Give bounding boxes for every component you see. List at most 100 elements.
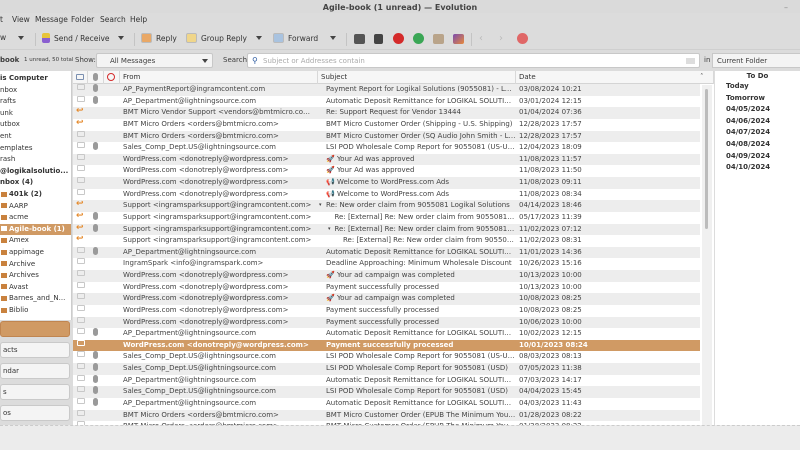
message-row[interactable]: ↩ Support <ingramsparksupport@ingramconte… <box>73 235 700 247</box>
next-icon[interactable]: › <box>499 33 503 44</box>
delete-icon[interactable] <box>374 34 383 44</box>
todo-date-group[interactable]: 04/05/2024 <box>726 105 770 113</box>
folder-item[interactable]: @logikalsolutio... <box>0 166 71 178</box>
switcher-tasks[interactable]: s <box>0 384 70 400</box>
new-button[interactable]: w <box>0 33 6 42</box>
todo-date-group[interactable]: 04/09/2024 <box>726 152 770 160</box>
switcher-calendar[interactable]: ndar <box>0 363 70 379</box>
todo-date-group[interactable]: 04/06/2024 <box>726 117 770 125</box>
message-row[interactable]: WordPress.com <donotreply@wordpress.com>… <box>73 304 700 317</box>
attachment-column[interactable] <box>88 71 104 84</box>
switcher-mail[interactable] <box>0 321 70 337</box>
not-junk-icon[interactable] <box>413 33 424 44</box>
menu-edit[interactable]: t <box>0 15 3 24</box>
menu-search[interactable]: Search <box>100 15 126 24</box>
message-row[interactable]: ↩ Support <ingramsparksupport@ingramconte… <box>73 223 700 236</box>
folder-item[interactable]: 401k (2) <box>0 189 71 201</box>
forward-dropdown-icon[interactable] <box>330 36 336 40</box>
folder-item[interactable]: Archive <box>0 259 71 271</box>
folder-item[interactable]: appimage <box>0 247 71 259</box>
message-row[interactable]: WordPress.com <donotreply@wordpress.com>… <box>73 281 700 294</box>
message-row[interactable]: Sales_Comp_Dept.US@lightningsource.com LS… <box>73 351 700 363</box>
clear-icon[interactable] <box>686 58 695 64</box>
folder-item[interactable]: ent <box>0 131 71 143</box>
menu-message[interactable]: Message <box>35 15 68 24</box>
status-column[interactable] <box>73 71 88 84</box>
subject-column[interactable]: Subject <box>318 71 516 84</box>
scope-dropdown[interactable]: Current Folder <box>712 53 800 68</box>
message-row[interactable]: AP_Department@lightningsource.com Automat… <box>73 328 700 340</box>
folder-item[interactable]: Amex <box>0 235 71 247</box>
print-icon[interactable] <box>354 34 365 44</box>
message-row[interactable]: Sales_Comp_Dept.US@lightningsource.com LS… <box>73 142 700 154</box>
folder-item[interactable]: Biblio <box>0 305 71 317</box>
message-row[interactable]: AP_PaymentReport@ingramcontent.com Paymen… <box>73 84 700 96</box>
folder-item[interactable]: utbox <box>0 119 71 131</box>
todo-date-group[interactable]: 04/07/2024 <box>726 128 770 136</box>
folder-item[interactable]: Agile-book (1) <box>0 223 71 236</box>
previous-icon[interactable]: ‹ <box>479 33 483 44</box>
from-column[interactable]: From <box>120 71 318 84</box>
folder-item[interactable]: Archives <box>0 270 71 282</box>
folder-item[interactable]: acme <box>0 212 71 224</box>
menu-help[interactable]: Help <box>130 15 147 24</box>
scrollbar-thumb[interactable] <box>705 89 708 229</box>
search-input[interactable]: ⚲ Subject or Addresses contain <box>247 53 700 68</box>
folder-item[interactable]: nbox (4) <box>0 177 71 189</box>
folder-item[interactable]: unk <box>0 108 71 120</box>
folder-item[interactable]: nbox <box>0 85 71 97</box>
todo-date-group[interactable]: Tomorrow <box>726 94 765 102</box>
folder-item[interactable]: AARP <box>0 201 71 213</box>
forward-button[interactable]: Forward <box>273 33 318 43</box>
folder-item[interactable]: emplates <box>0 143 71 155</box>
scrollbar[interactable] <box>702 85 712 425</box>
reply-button[interactable]: Reply <box>141 33 177 43</box>
folder-item[interactable]: rash <box>0 154 71 166</box>
junk-icon[interactable] <box>393 33 404 44</box>
message-row[interactable]: ↩ BMT Micro Vendor Support <vendors@bmtmi… <box>73 107 700 119</box>
message-row[interactable]: BMT Micro Orders <orders@bmtmicro.com> BM… <box>73 130 700 143</box>
folder-item[interactable]: Barnes_and_N... <box>0 293 71 305</box>
switcher-contacts[interactable]: acts <box>0 342 70 358</box>
date-column[interactable]: Date ˆ <box>516 71 714 84</box>
message-row[interactable]: WordPress.com <donotreply@wordpress.com>… <box>73 188 700 201</box>
todo-date-group[interactable]: Today <box>726 82 749 90</box>
flag-column[interactable] <box>104 71 120 84</box>
new-dropdown-icon[interactable] <box>18 36 24 40</box>
message-row[interactable]: WordPress.com <donotreply@wordpress.com>… <box>73 293 700 305</box>
minimize-button[interactable]: – <box>784 3 788 12</box>
message-row[interactable]: WordPress.com <donotreply@wordpress.com>… <box>73 270 700 282</box>
message-row[interactable]: AP_Department@lightningsource.com Automat… <box>73 95 700 108</box>
message-row[interactable]: ↩ Support <ingramsparksupport@ingramconte… <box>73 211 700 224</box>
group-reply-dropdown-icon[interactable] <box>256 36 262 40</box>
message-row[interactable]: ↩ BMT Micro Orders <orders@bmtmicro.com> B… <box>73 119 700 131</box>
menu-view[interactable]: View <box>12 15 30 24</box>
send-receive-dropdown-icon[interactable] <box>118 36 124 40</box>
message-row[interactable]: BMT Micro Orders <orders@bmtmicro.com> BM… <box>73 409 700 422</box>
message-row[interactable]: WordPress.com <donotreply@wordpress.com>… <box>73 339 700 352</box>
message-row[interactable]: WordPress.com <donotreply@wordpress.com>… <box>73 153 700 166</box>
send-receive-button[interactable]: Send / Receive <box>42 33 110 43</box>
show-dropdown[interactable]: All Messages <box>96 53 213 68</box>
images-icon[interactable] <box>453 34 464 44</box>
message-row[interactable]: WordPress.com <donotreply@wordpress.com>… <box>73 165 700 177</box>
folder-item[interactable]: Avast <box>0 282 71 294</box>
folder-item[interactable]: rafts <box>0 96 71 108</box>
todo-date-group[interactable]: 04/08/2024 <box>726 140 770 148</box>
message-row[interactable]: Sales_Comp_Dept.US@lightningsource.com LS… <box>73 386 700 398</box>
message-row[interactable]: IngramSpark <info@ingramspark.com> Deadli… <box>73 258 700 270</box>
message-row[interactable]: ↩ Support <ingramsparksupport@ingramconte… <box>73 200 700 212</box>
menu-folder[interactable]: Folder <box>71 15 94 24</box>
message-row[interactable]: Sales_Comp_Dept.US@lightningsource.com LS… <box>73 363 700 375</box>
message-row[interactable]: AP_Department@lightningsource.com Automat… <box>73 398 700 410</box>
message-row[interactable]: AP_Department@lightningsource.com Automat… <box>73 374 700 387</box>
stop-icon[interactable] <box>517 33 528 44</box>
todo-date-group[interactable]: 04/10/2024 <box>726 163 770 171</box>
group-reply-button[interactable]: Group Reply <box>186 33 247 43</box>
message-row[interactable]: WordPress.com <donotreply@wordpress.com>… <box>73 177 700 189</box>
message-row[interactable]: WordPress.com <donotreply@wordpress.com>… <box>73 316 700 329</box>
folder-item[interactable]: is Computer <box>0 73 71 85</box>
switcher-memos[interactable]: os <box>0 405 70 421</box>
thread-expander-icon[interactable]: ▾ <box>319 200 322 212</box>
thread-expander-icon[interactable]: ▾ <box>328 224 331 236</box>
